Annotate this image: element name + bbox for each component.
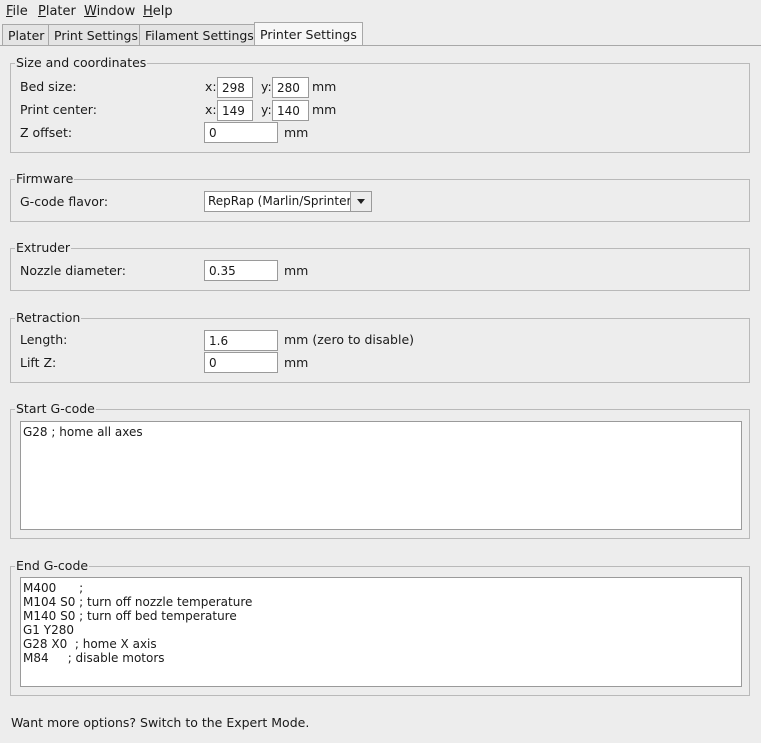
group-title: Start G-code — [15, 401, 96, 417]
nozzle-diameter-input[interactable] — [204, 260, 278, 281]
gcode-flavor-select[interactable]: RepRap (Marlin/Sprinter) — [204, 191, 372, 212]
menu-help[interactable]: Help — [143, 4, 173, 19]
start-gcode-editor[interactable]: G28 ; home all axes — [20, 421, 742, 530]
size-coordinates-group: Size and coordinates — [10, 55, 750, 153]
lift-z-unit: mm — [284, 355, 309, 370]
group-title: Extruder — [15, 240, 72, 256]
tab-bar: Plater Print Settings Filament Settings … — [0, 22, 761, 46]
print-center-label: Print center: — [20, 102, 97, 117]
menu-file[interactable]: File — [6, 4, 28, 19]
lift-z-input[interactable] — [204, 352, 278, 373]
tab-print-settings[interactable]: Print Settings — [48, 24, 144, 45]
group-title: Firmware — [15, 171, 75, 187]
retraction-length-unit: mm (zero to disable) — [284, 332, 415, 347]
menu-bar: File Plater Window Help — [0, 0, 761, 22]
tab-plater[interactable]: Plater — [2, 24, 51, 45]
menu-window[interactable]: Window — [84, 4, 135, 19]
print-center-x-input[interactable] — [217, 100, 253, 121]
group-title: Retraction — [15, 310, 82, 326]
end-gcode-editor[interactable]: M400 ; M104 S0 ; turn off nozzle tempera… — [20, 577, 742, 687]
retraction-length-input[interactable] — [204, 330, 278, 351]
center-x-prefix: x: — [205, 102, 217, 117]
z-offset-unit: mm — [284, 125, 309, 140]
lift-z-label: Lift Z: — [20, 355, 57, 370]
firmware-group: Firmware — [10, 171, 750, 222]
bed-y-prefix: y: — [261, 79, 272, 94]
nozzle-diameter-unit: mm — [284, 263, 309, 278]
expert-mode-hint: Want more options? Switch to the Expert … — [11, 715, 310, 730]
bed-x-prefix: x: — [205, 79, 217, 94]
chevron-down-icon[interactable] — [350, 192, 371, 211]
group-title: Size and coordinates — [15, 55, 148, 71]
tab-filament-settings[interactable]: Filament Settings — [139, 24, 260, 45]
nozzle-diameter-label: Nozzle diameter: — [20, 263, 126, 278]
bed-size-unit: mm — [312, 79, 337, 94]
print-center-y-input[interactable] — [272, 100, 309, 121]
group-title: End G-code — [15, 558, 90, 574]
tab-printer-settings[interactable]: Printer Settings — [254, 22, 363, 46]
center-y-prefix: y: — [261, 102, 272, 117]
retraction-group: Retraction — [10, 310, 750, 383]
z-offset-input[interactable] — [204, 122, 278, 143]
print-center-unit: mm — [312, 102, 337, 117]
bed-size-y-input[interactable] — [272, 77, 309, 98]
retraction-length-label: Length: — [20, 332, 68, 347]
bed-size-label: Bed size: — [20, 79, 77, 94]
gcode-flavor-value: RepRap (Marlin/Sprinter) — [208, 194, 350, 208]
gcode-flavor-label: G-code flavor: — [20, 194, 109, 209]
z-offset-label: Z offset: — [20, 125, 73, 140]
bed-size-x-input[interactable] — [217, 77, 253, 98]
menu-plater[interactable]: Plater — [38, 4, 76, 19]
